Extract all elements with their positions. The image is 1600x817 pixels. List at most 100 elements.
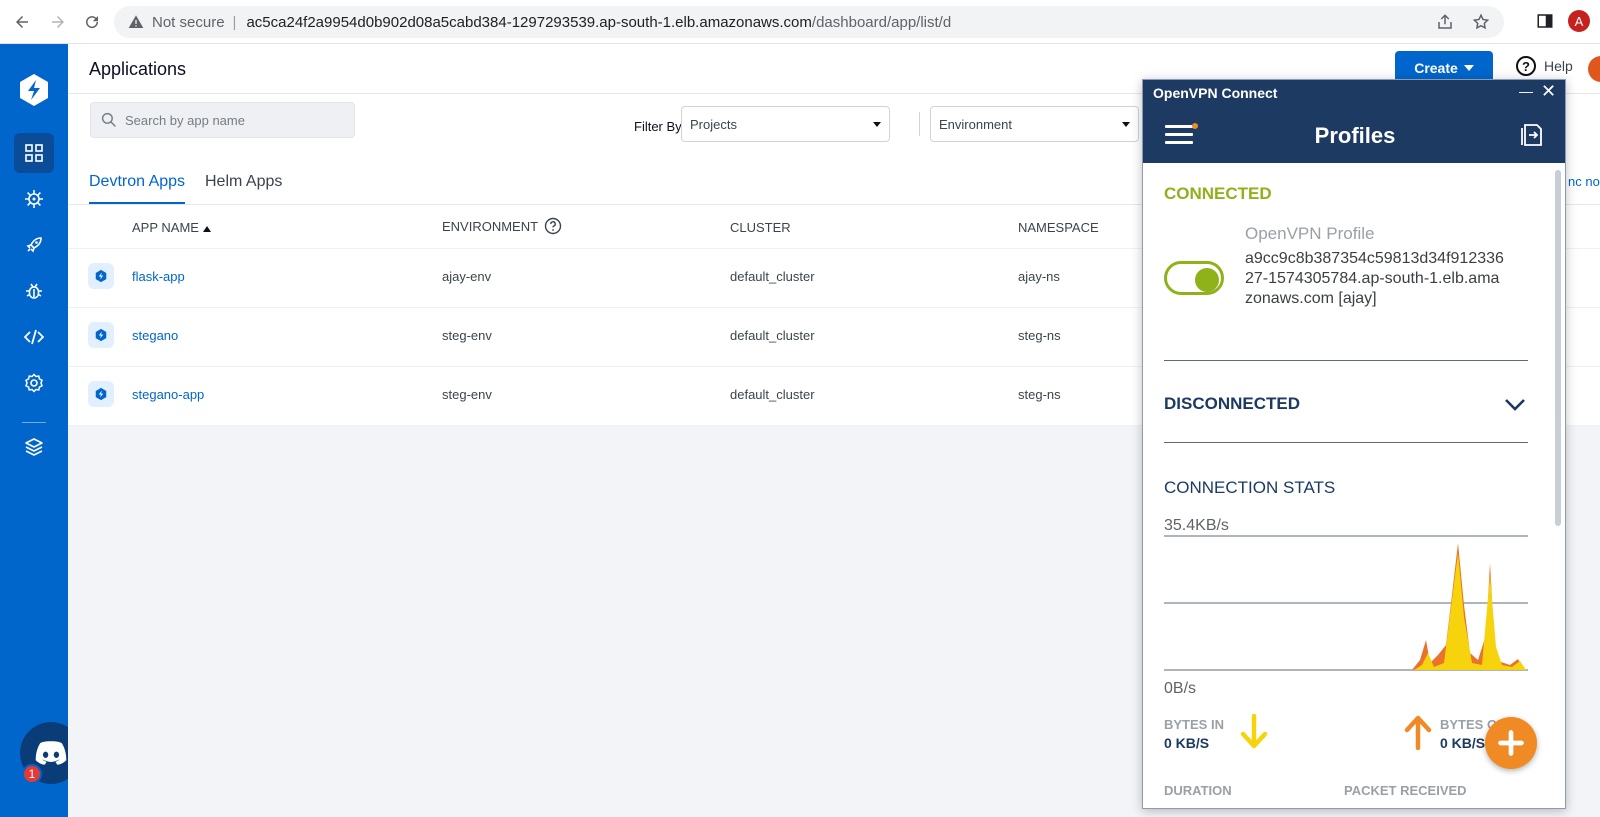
reload-icon[interactable] — [76, 6, 108, 38]
column-app-name-label: APP NAME — [132, 220, 199, 235]
app-name-link[interactable]: stegano — [132, 328, 178, 343]
sidebar-item-security[interactable] — [14, 271, 54, 311]
devtron-logo-icon[interactable] — [16, 72, 52, 108]
helm-wheel-icon — [25, 190, 43, 208]
back-icon[interactable] — [6, 6, 38, 38]
create-button-label: Create — [1414, 60, 1458, 76]
app-icon — [88, 322, 114, 348]
profiles-title: Profiles — [1314, 123, 1396, 148]
discord-notification-badge: 1 — [22, 764, 42, 784]
connected-label: CONNECTED — [1164, 184, 1272, 203]
cluster-cell: default_cluster — [730, 387, 815, 402]
search-input[interactable]: Search by app name — [90, 102, 355, 138]
question-circle-icon[interactable] — [544, 217, 562, 235]
code-icon — [24, 329, 44, 345]
sidebar-item-applications[interactable] — [14, 133, 54, 173]
environment-cell: ajay-env — [442, 269, 492, 284]
projects-filter-value: Projects — [690, 116, 737, 132]
packet-received-label: PACKET RECEIVED — [1344, 783, 1467, 798]
add-profile-button[interactable] — [1485, 717, 1537, 769]
address-bar[interactable]: Not secure | ac5ca24f2a9954d0b902d08a5ca… — [114, 6, 1504, 38]
sidebar-item-code[interactable] — [14, 317, 54, 357]
bytes-in-label: BYTES IN — [1164, 717, 1224, 732]
rocket-icon — [26, 237, 42, 253]
column-environment: ENVIRONMENT — [442, 217, 562, 235]
url-path: /dashboard/app/list/d — [811, 13, 952, 31]
url-host: ac5ca24f2a9954d0b902d08a5cabd384-1297293… — [246, 13, 812, 31]
column-app-name[interactable]: APP NAME — [132, 220, 211, 235]
environment-cell: steg-env — [442, 328, 492, 343]
disconnected-section-label[interactable]: DISCONNECTED — [1164, 394, 1300, 414]
share-icon[interactable] — [1436, 13, 1454, 31]
sidebar-item-stack-manager[interactable] — [14, 427, 54, 467]
projects-filter-select[interactable]: Projects — [681, 106, 890, 142]
sidebar — [0, 44, 68, 817]
openvpn-header: Profiles — [1143, 106, 1565, 163]
duration-label: DURATION — [1164, 783, 1232, 798]
traffic-graph — [1164, 535, 1528, 671]
profile-host: a9cc9c8b387354c59813d34f91233627-1574305… — [1245, 250, 1504, 307]
app-icon — [88, 381, 114, 407]
url-separator: | — [232, 13, 237, 31]
sort-ascending-icon — [202, 226, 211, 232]
section-divider — [1164, 360, 1528, 361]
chevron-down-icon[interactable] — [1503, 392, 1527, 416]
connection-toggle[interactable] — [1164, 261, 1224, 295]
app-icon — [88, 263, 114, 289]
scrollbar[interactable] — [1555, 170, 1561, 526]
side-panel-icon[interactable] — [1536, 12, 1554, 30]
connection-stats-label: CONNECTION STATS — [1164, 478, 1336, 497]
discord-icon — [35, 741, 67, 765]
active-tab-indicator — [89, 202, 185, 204]
namespace-cell: ajay-ns — [1018, 269, 1060, 284]
import-profile-icon[interactable] — [1519, 122, 1545, 148]
caret-down-icon — [873, 122, 881, 127]
app-name-link[interactable]: flask-app — [132, 269, 185, 284]
app-name-link[interactable]: stegano-app — [132, 387, 204, 402]
tab-devtron-apps[interactable]: Devtron Apps — [89, 173, 185, 191]
sidebar-item-global-config[interactable] — [14, 363, 54, 403]
arrow-down-icon — [1240, 714, 1268, 749]
bookmark-star-icon[interactable] — [1472, 13, 1490, 31]
environment-filter-value: Environment — [939, 116, 1012, 132]
graph-max-rate: 35.4KB/s — [1164, 517, 1229, 534]
close-icon[interactable]: ✕ — [1541, 81, 1556, 102]
sidebar-item-deployment[interactable] — [14, 225, 54, 265]
graph-min-rate: 0B/s — [1164, 680, 1197, 697]
minimize-icon[interactable]: — — [1519, 83, 1533, 99]
bytes-out-value: 0 KB/S — [1440, 735, 1486, 751]
caret-down-icon — [1463, 65, 1474, 71]
help-link[interactable]: ? Help — [1516, 56, 1573, 76]
help-icon: ? — [1516, 56, 1536, 76]
browser-profile-avatar[interactable]: A — [1568, 10, 1590, 32]
layers-icon — [25, 438, 43, 456]
warning-icon — [128, 15, 144, 28]
cluster-cell: default_cluster — [730, 269, 815, 284]
column-namespace: NAMESPACE — [1018, 220, 1099, 235]
section-divider — [1164, 442, 1528, 443]
page-title: Applications — [89, 59, 187, 79]
tab-helm-apps[interactable]: Helm Apps — [205, 173, 282, 191]
arrow-up-icon — [1404, 715, 1432, 750]
openvpn-window: OpenVPN Connect — ✕ Profiles CONNECTED O… — [1142, 79, 1566, 809]
environment-cell: steg-env — [442, 387, 492, 402]
help-label: Help — [1544, 58, 1573, 74]
plus-icon — [1498, 730, 1524, 756]
column-environment-label: ENVIRONMENT — [442, 218, 539, 234]
caret-down-icon — [1122, 122, 1130, 127]
cluster-cell: default_cluster — [730, 328, 815, 343]
security-status: Not secure — [152, 13, 225, 31]
toggle-knob — [1195, 268, 1219, 292]
user-avatar[interactable] — [1588, 56, 1600, 82]
openvpn-titlebar[interactable]: OpenVPN Connect — ✕ — [1143, 80, 1565, 106]
openvpn-window-title: OpenVPN Connect — [1153, 85, 1278, 101]
bug-icon — [26, 283, 42, 299]
truncated-link[interactable]: nc no — [1568, 174, 1600, 189]
sidebar-divider — [22, 422, 46, 423]
environment-filter-select[interactable]: Environment — [930, 106, 1139, 142]
profile-name: OpenVPN Profile — [1245, 224, 1375, 243]
namespace-cell: steg-ns — [1018, 387, 1061, 402]
forward-icon[interactable] — [42, 6, 74, 38]
sidebar-item-resource-browser[interactable] — [14, 179, 54, 219]
gear-icon — [25, 373, 43, 393]
